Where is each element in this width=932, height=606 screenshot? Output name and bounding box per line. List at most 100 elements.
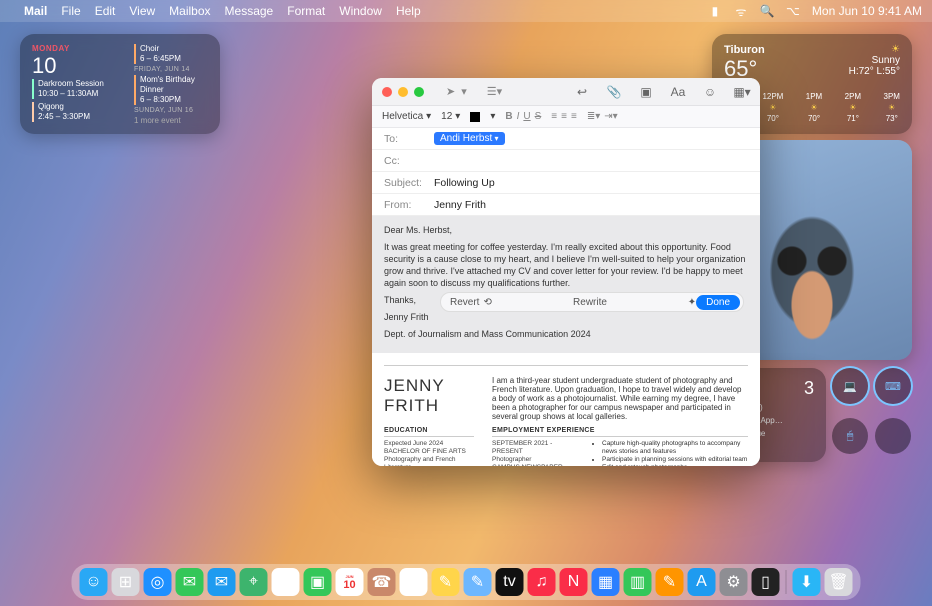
align-center-icon[interactable]: ≡ xyxy=(561,111,567,122)
laptop-icon[interactable]: 💻 xyxy=(832,368,868,404)
dock-trash[interactable]: 🗑 xyxy=(825,568,853,596)
zoom-button[interactable] xyxy=(414,87,424,97)
dock-app-music[interactable]: ♫ xyxy=(528,568,556,596)
font-size-picker[interactable]: 12 ▾ xyxy=(441,111,460,122)
spotlight-icon[interactable]: 🔍 xyxy=(760,4,774,18)
bold-button[interactable]: B xyxy=(505,111,512,122)
dock-app-notes[interactable]: ✎ xyxy=(432,568,460,596)
dock-app-pages[interactable]: ✎ xyxy=(656,568,684,596)
menubar: Mail File Edit View Mailbox Message Form… xyxy=(0,0,932,22)
dock-app-keynote[interactable]: ▦ xyxy=(592,568,620,596)
education-line: Expected June 2024 xyxy=(384,440,474,448)
attachment-preview[interactable]: JENNY FRITH I am a third-year student un… xyxy=(384,365,748,466)
dock-app-messages[interactable]: ✉ xyxy=(176,568,204,596)
message-body[interactable]: Dear Ms. Herbst, It was great meeting fo… xyxy=(372,216,760,466)
send-options-icon[interactable]: ▾ xyxy=(461,85,467,98)
body-signature-line: Dept. of Journalism and Mass Communicati… xyxy=(384,328,748,340)
dock-app-safari[interactable]: ◎ xyxy=(144,568,172,596)
mouse-icon[interactable]: 🖱 xyxy=(832,418,868,454)
window-titlebar[interactable]: ➤ ▾ ☰▾ ↩ 📎 ▣ Aa ☺ ▦▾ xyxy=(372,78,760,106)
dock-downloads[interactable]: ⬇ xyxy=(793,568,821,596)
dock-app-facetime[interactable]: ▣ xyxy=(304,568,332,596)
menu-mailbox[interactable]: Mailbox xyxy=(169,4,210,18)
experience-heading: EMPLOYMENT EXPERIENCE xyxy=(492,427,748,437)
calendar-event: Choir 6 – 6:45PM xyxy=(134,44,208,64)
color-swatch[interactable] xyxy=(470,112,480,122)
body-signature-line: Jenny Frith xyxy=(384,311,748,323)
menubar-clock[interactable]: Mon Jun 10 9:41 AM xyxy=(812,4,922,18)
calendar-event: Qigong 2:45 – 3:30PM xyxy=(32,102,124,122)
dock-app-launchpad[interactable]: ⊞ xyxy=(112,568,140,596)
dock-app-reminders[interactable]: ☰ xyxy=(400,568,428,596)
dock-app-mail[interactable]: ✉ xyxy=(208,568,236,596)
dock-app-maps[interactable]: ⌖ xyxy=(240,568,268,596)
dock-app-settings[interactable]: ⚙ xyxy=(720,568,748,596)
subject-label: Subject: xyxy=(384,177,426,189)
markup-icon[interactable]: ▦▾ xyxy=(734,85,750,99)
dock-app-news[interactable]: N xyxy=(560,568,588,596)
dock-app-numbers[interactable]: ▥ xyxy=(624,568,652,596)
strike-button[interactable]: S xyxy=(535,111,542,122)
empty-control-icon[interactable] xyxy=(875,418,911,454)
education-heading: EDUCATION xyxy=(384,427,474,437)
calendar-widget[interactable]: MONDAY 10 Darkroom Session 10:30 – 11:30… xyxy=(20,34,220,134)
send-icon[interactable]: ➤ xyxy=(446,85,455,98)
minimize-button[interactable] xyxy=(398,87,408,97)
dock-app-appstore[interactable]: A xyxy=(688,568,716,596)
keyboard-icon[interactable]: ⌨ xyxy=(875,368,911,404)
selected-text-block[interactable]: Dear Ms. Herbst, It was great meeting fo… xyxy=(372,216,760,353)
cc-row[interactable]: Cc: xyxy=(372,150,760,172)
calendar-event: Darkroom Session 10:30 – 11:30AM xyxy=(32,79,124,99)
underline-button[interactable]: U xyxy=(523,111,530,122)
align-left-icon[interactable]: ≡ xyxy=(551,111,557,122)
attach-icon[interactable]: 📎 xyxy=(606,85,622,99)
indent-icon[interactable]: ⇥▾ xyxy=(604,111,617,122)
reply-icon[interactable]: ↩ xyxy=(574,85,590,99)
list-icon[interactable]: ≣▾ xyxy=(587,111,600,122)
close-button[interactable] xyxy=(382,87,392,97)
format-icon[interactable]: Aa xyxy=(670,85,686,99)
revert-button[interactable]: Revert ⟲ xyxy=(444,297,573,308)
menu-format[interactable]: Format xyxy=(287,4,325,18)
weather-location: Tiburon xyxy=(724,44,765,56)
menu-file[interactable]: File xyxy=(61,4,80,18)
done-button[interactable]: Done xyxy=(696,295,740,310)
dock-app-contacts[interactable]: ☎ xyxy=(368,568,396,596)
menu-view[interactable]: View xyxy=(129,4,155,18)
align-right-icon[interactable]: ≡ xyxy=(571,111,577,122)
menu-edit[interactable]: Edit xyxy=(95,4,116,18)
experience-bullets: Capture high-quality photographs to acco… xyxy=(592,440,748,466)
dock-app-iphone[interactable]: ▯ xyxy=(752,568,780,596)
education-line: BACHELOR OF FINE ARTS xyxy=(384,448,474,456)
menu-message[interactable]: Message xyxy=(225,4,274,18)
dock-app-tv[interactable]: tv xyxy=(496,568,524,596)
app-menu[interactable]: Mail xyxy=(24,4,47,18)
traffic-lights xyxy=(382,87,424,97)
control-center-icon[interactable]: ⌥ xyxy=(786,4,800,18)
emoji-icon[interactable]: ☺ xyxy=(702,85,718,99)
dock-app-freeform[interactable]: ✎ xyxy=(464,568,492,596)
dock-app-finder[interactable]: ☺ xyxy=(80,568,108,596)
font-picker[interactable]: Helvetica ▾ xyxy=(382,111,431,122)
italic-button[interactable]: I xyxy=(517,111,520,122)
rewrite-button[interactable]: Rewrite ✦ xyxy=(573,297,696,308)
calendar-more-events[interactable]: 1 more event xyxy=(134,116,208,125)
format-bar: Helvetica ▾ 12 ▾ ▾ B I U S ≡ ≡ ≡ ≣▾ ⇥▾ xyxy=(372,106,760,128)
photo-icon[interactable]: ▣ xyxy=(638,85,654,99)
subject-row[interactable]: Subject: Following Up xyxy=(372,172,760,194)
dock-app-photos[interactable]: ✿ xyxy=(272,568,300,596)
from-value[interactable]: Jenny Frith xyxy=(434,199,486,211)
menu-help[interactable]: Help xyxy=(396,4,421,18)
subject-value[interactable]: Following Up xyxy=(434,177,495,189)
header-fields-icon[interactable]: ☰▾ xyxy=(487,85,502,98)
to-label: To: xyxy=(384,133,426,145)
to-recipient-pill[interactable]: Andi Herbst xyxy=(434,132,505,145)
battery-icon[interactable]: ▮ xyxy=(708,4,722,18)
dock-app-calendar[interactable]: JUN10 xyxy=(336,568,364,596)
from-row[interactable]: From: Jenny Frith Revert ⟲ Rewrite ✦ Don… xyxy=(372,194,760,216)
menu-window[interactable]: Window xyxy=(339,4,382,18)
writing-tools-bar: Revert ⟲ Rewrite ✦ Done xyxy=(440,292,744,312)
cc-label: Cc: xyxy=(384,155,426,167)
wifi-icon[interactable]: ᯤ xyxy=(734,4,748,18)
sparkle-icon: ✦ xyxy=(688,297,696,308)
